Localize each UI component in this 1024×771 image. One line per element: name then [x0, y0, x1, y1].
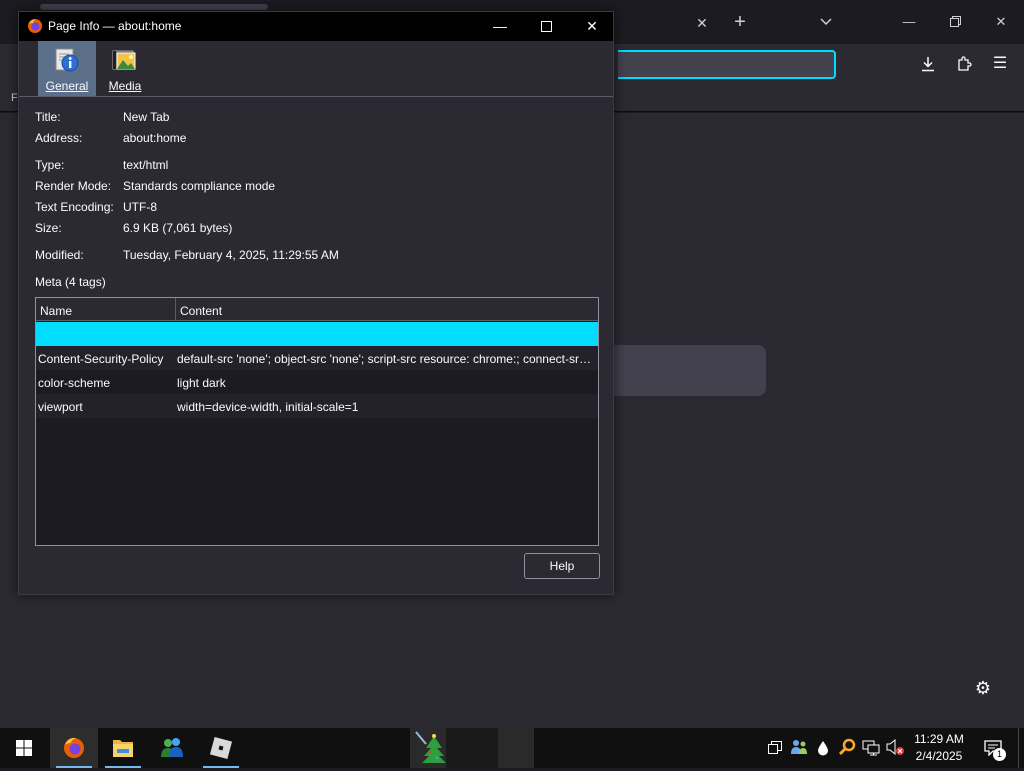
chevron-down-icon[interactable] [814, 10, 838, 34]
meta-name-cell: color-scheme [38, 376, 111, 390]
water-drop-icon[interactable] [813, 738, 833, 758]
people-icon[interactable] [789, 738, 809, 758]
dialog-title-bar: Page Info — about:home — ✕ [19, 12, 613, 41]
search-tool-icon[interactable] [837, 738, 857, 758]
info-icon [55, 48, 79, 72]
restore-icon[interactable] [932, 8, 978, 36]
taskbar-firefox[interactable] [50, 728, 98, 768]
menu-icon[interactable]: ☰ [987, 52, 1013, 76]
field-value-address: about:home [123, 131, 187, 145]
meta-name-cell: Content-Security-Policy [38, 352, 164, 366]
msn-icon [161, 738, 183, 757]
meta-content-cell: default-src 'none'; object-src 'none'; s… [177, 352, 595, 366]
start-button[interactable] [0, 728, 48, 768]
task-view-icon[interactable] [765, 738, 785, 758]
tab-general-label: General [45, 79, 89, 93]
field-label-text-encoding: Text Encoding: [35, 200, 114, 214]
table-row[interactable]: Content-Security-Policy default-src 'non… [36, 346, 598, 370]
minimize-icon[interactable]: — [477, 12, 523, 41]
windows-icon [16, 740, 32, 756]
network-icon[interactable] [861, 738, 881, 758]
notification-count-badge: 1 [993, 748, 1006, 761]
clock-date[interactable]: 2/4/2025 [908, 749, 970, 763]
table-row[interactable]: color-scheme light dark [36, 370, 598, 394]
field-label-modified: Modified: [35, 248, 84, 262]
search-card[interactable] [598, 345, 766, 396]
dialog-title: Page Info — about:home [48, 19, 182, 33]
taskbar-roblox[interactable] [197, 728, 245, 768]
taskbar-messenger[interactable] [148, 728, 196, 768]
field-label-title: Title: [35, 110, 61, 124]
meta-content-cell: light dark [177, 376, 226, 390]
meta-header: Meta (4 tags) [35, 275, 106, 289]
meta-name-cell: viewport [38, 400, 83, 414]
file-explorer-icon [113, 740, 133, 757]
minimize-icon[interactable]: — [886, 8, 932, 36]
field-value-title: New Tab [123, 110, 170, 124]
field-value-size: 6.9 KB (7,061 bytes) [123, 221, 233, 235]
meta-table[interactable]: Name Content Content-Security-Policy def… [35, 297, 599, 546]
field-value-modified: Tuesday, February 4, 2025, 11:29:55 AM [123, 248, 339, 262]
meta-content-cell: width=device-width, initial-scale=1 [177, 400, 359, 414]
close-tab-icon[interactable]: ✕ [690, 12, 714, 34]
firefox-icon [28, 19, 42, 33]
column-header-name[interactable]: Name [40, 304, 72, 318]
download-icon[interactable] [915, 52, 941, 76]
field-value-render-mode: Standards compliance mode [123, 179, 276, 193]
taskbar-file-explorer[interactable] [99, 728, 147, 768]
field-value-type: text/html [123, 158, 169, 172]
new-tab-icon[interactable]: + [728, 10, 752, 34]
firefox-icon [64, 737, 84, 758]
maximize-icon[interactable] [523, 12, 569, 41]
table-row-selected[interactable] [36, 322, 598, 346]
close-icon[interactable]: ✕ [569, 12, 615, 41]
clock-time[interactable]: 11:29 AM [908, 732, 970, 746]
field-label-size: Size: [35, 221, 62, 235]
roblox-icon [209, 736, 233, 760]
christmas-tree-icon [415, 731, 446, 763]
gear-icon[interactable]: ⚙ [970, 675, 996, 701]
help-button[interactable]: Help [524, 553, 600, 579]
field-value-text-encoding: UTF-8 [123, 200, 157, 214]
url-bar[interactable] [604, 50, 836, 79]
field-label-render-mode: Render Mode: [35, 179, 112, 193]
field-label-address: Address: [35, 131, 83, 145]
extensions-icon[interactable] [951, 52, 977, 76]
close-window-icon[interactable]: ✕ [978, 8, 1024, 36]
tab-media-label: Media [108, 79, 142, 93]
field-label-type: Type: [35, 158, 65, 172]
column-header-content[interactable]: Content [180, 304, 222, 318]
page-info-dialog: Page Info — about:home — ✕ General Media [18, 11, 614, 595]
bookmark-item[interactable]: F [11, 92, 18, 104]
show-desktop-button[interactable] [1018, 728, 1024, 768]
media-icon [112, 50, 136, 70]
tab-media[interactable]: Media [96, 41, 154, 96]
browser-tab[interactable] [40, 4, 268, 10]
tab-general[interactable]: General [38, 41, 96, 96]
table-header: Name Content [36, 298, 598, 321]
column-divider[interactable] [175, 298, 176, 321]
volume-muted-icon[interactable] [885, 738, 905, 758]
table-row[interactable]: viewport width=device-width, initial-sca… [36, 394, 598, 418]
